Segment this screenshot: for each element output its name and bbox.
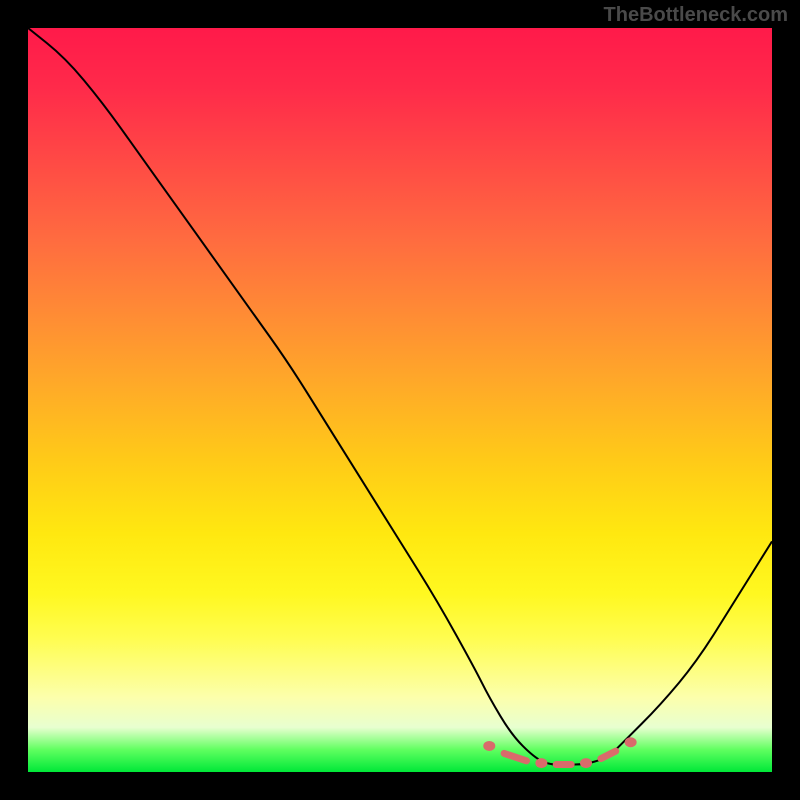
marker-dash xyxy=(504,753,526,760)
marker-dot xyxy=(535,758,547,768)
watermark-text: TheBottleneck.com xyxy=(604,4,788,27)
marker-dot xyxy=(580,758,592,768)
marker-dot xyxy=(625,737,637,747)
bottleneck-curve-line xyxy=(28,28,772,765)
curve-markers xyxy=(483,737,636,768)
chart-plot-area xyxy=(28,28,772,772)
marker-dash xyxy=(601,751,616,758)
chart-svg xyxy=(28,28,772,772)
marker-dot xyxy=(483,741,495,751)
